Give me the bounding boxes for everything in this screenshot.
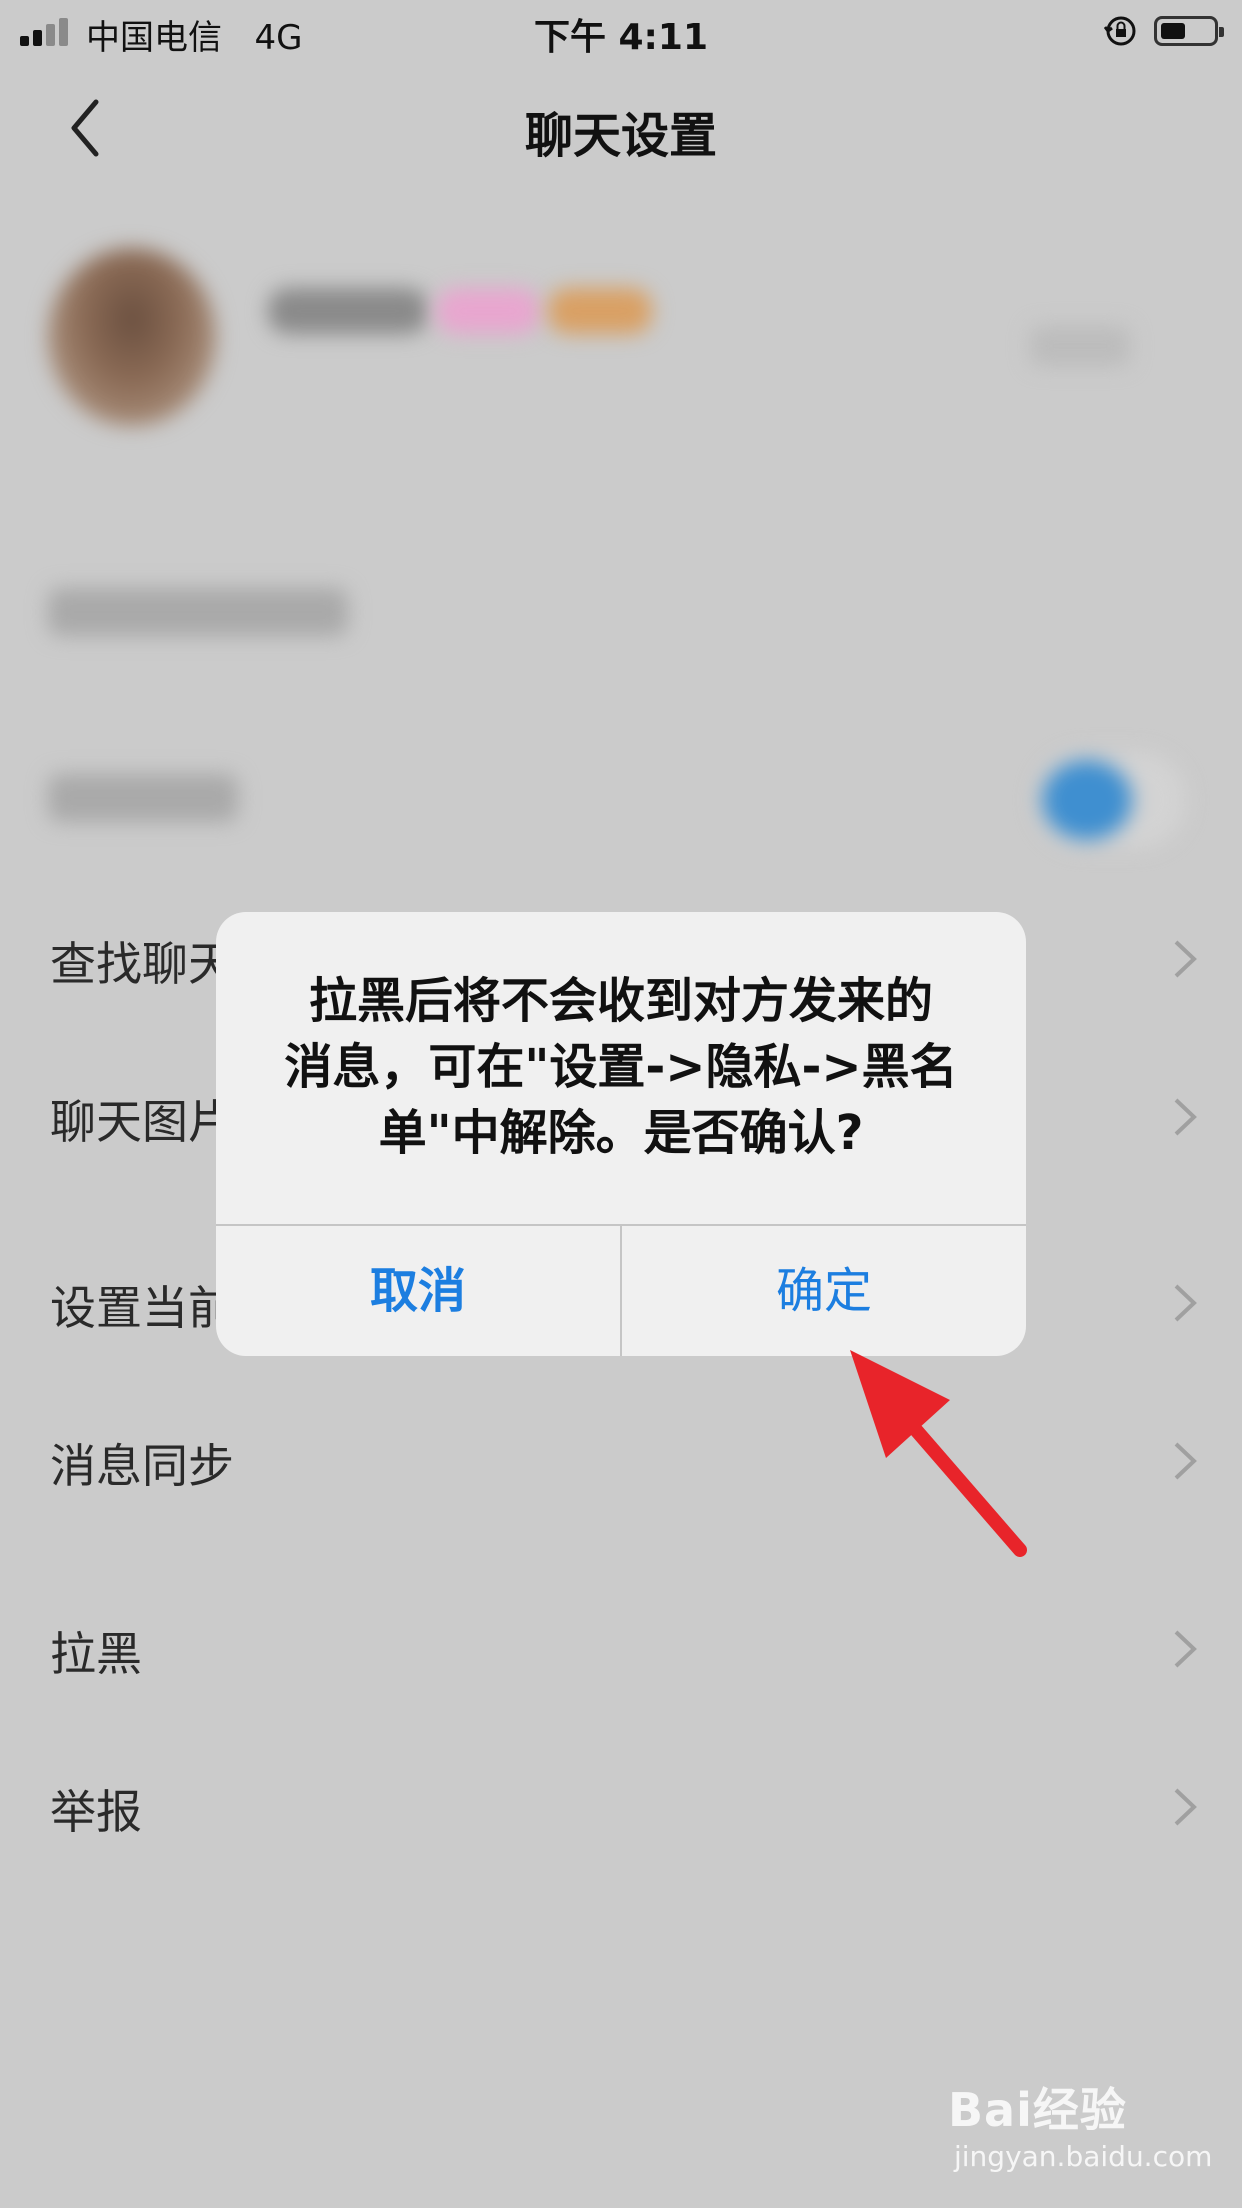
settings-row-label: 消息同步 <box>50 1439 234 1493</box>
avatar[interactable] <box>48 248 216 426</box>
chevron-right-icon <box>1174 940 1197 978</box>
blurred-badge <box>436 288 540 334</box>
chevron-right-icon <box>1174 1630 1197 1668</box>
blurred-setting-row <box>48 774 238 822</box>
blurred-profile-action[interactable] <box>1030 326 1130 366</box>
page-title: 聊天设置 <box>524 108 717 164</box>
settings-row-label: 拉黑 <box>50 1627 142 1681</box>
settings-row-label: 举报 <box>50 1785 142 1839</box>
watermark-url: jingyan.baidu.com <box>954 2140 1213 2173</box>
rotation-lock-icon <box>1104 16 1136 46</box>
blurred-username <box>268 288 428 334</box>
chevron-right-icon <box>1174 1442 1197 1480</box>
chevron-right-icon <box>1174 1788 1197 1826</box>
settings-row-block[interactable]: 拉黑 <box>0 1588 1242 1708</box>
blurred-badge <box>548 288 652 334</box>
block-confirm-dialog: 拉黑后将不会收到对方发来的 消息，可在"设置->隐私->黑名 单"中解除。是否确… <box>216 912 1026 1356</box>
settings-row-label: 聊天图片 <box>50 1095 234 1149</box>
status-bar: 中国电信 4G 下午 4:11 <box>0 0 1242 62</box>
cancel-button[interactable]: 取消 <box>216 1226 620 1356</box>
blurred-setting-row[interactable] <box>48 588 348 636</box>
battery-icon <box>1154 16 1224 46</box>
chevron-right-icon <box>1174 1098 1197 1136</box>
settings-row-label: 查找聊天 <box>50 937 234 991</box>
status-time: 下午 4:11 <box>533 17 709 58</box>
settings-row-report[interactable]: 举报 <box>0 1746 1242 1866</box>
baidu-watermark: Bai经验 jingyan.baidu.com <box>948 2074 1228 2184</box>
blurred-toggle-switch[interactable] <box>1036 752 1186 848</box>
settings-row-message-sync[interactable]: 消息同步 <box>0 1400 1242 1520</box>
watermark-logo-text: Bai经验 <box>948 2083 1127 2137</box>
annotation-arrow-icon <box>850 1350 1027 1557</box>
settings-row-label: 设置当前 <box>50 1281 234 1335</box>
chevron-right-icon <box>1174 1284 1197 1322</box>
dialog-message: 拉黑后将不会收到对方发来的 消息，可在"设置->隐私->黑名 单"中解除。是否确… <box>284 973 958 1161</box>
